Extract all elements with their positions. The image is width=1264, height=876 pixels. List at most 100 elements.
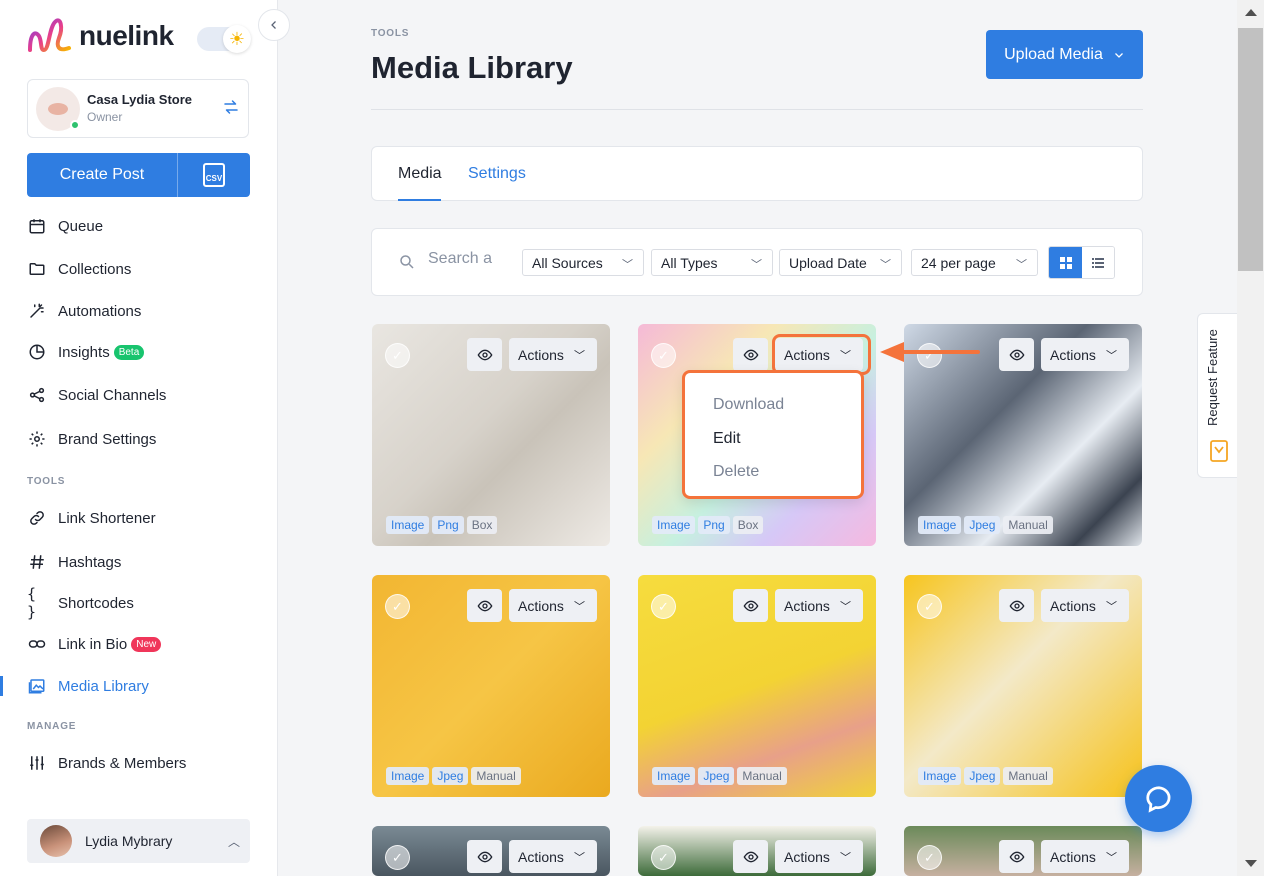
sidebar-item-media-library[interactable]: Media Library [27, 674, 149, 698]
sidebar-item-link-shortener[interactable]: Link Shortener [27, 506, 156, 530]
sidebar-item-label: Brand Settings [58, 430, 157, 448]
media-card[interactable]: ✓ Actions ﹀ [372, 826, 610, 876]
actions-button[interactable]: Actions ﹀ [1041, 338, 1129, 371]
logo[interactable]: nuelink [27, 14, 174, 58]
eye-icon [743, 600, 758, 611]
types-select-value: All Types [661, 254, 718, 271]
select-checkbox[interactable]: ✓ [651, 343, 676, 368]
media-card[interactable]: ✓ Actions ﹀ Image Jpeg Manual [638, 575, 876, 797]
select-checkbox[interactable]: ✓ [651, 845, 676, 870]
collapse-sidebar-button[interactable] [258, 9, 290, 41]
select-checkbox[interactable]: ✓ [917, 845, 942, 870]
sidebar-item-hashtags[interactable]: Hashtags [27, 550, 121, 574]
select-checkbox[interactable]: ✓ [385, 845, 410, 870]
sidebar-item-insights[interactable]: Insights Beta [27, 340, 145, 364]
preview-button[interactable] [733, 840, 768, 873]
csv-import-button[interactable]: CSV [177, 153, 250, 197]
media-card[interactable]: ✓ Actions ﹀ Image Jpeg Manual [904, 575, 1142, 797]
scroll-up-arrow-icon[interactable] [1245, 9, 1257, 16]
media-card[interactable]: ✓ Actions ﹀ Image Jpeg Manual [372, 575, 610, 797]
types-select[interactable]: All Types ﹀ [651, 249, 773, 276]
select-checkbox[interactable]: ✓ [917, 594, 942, 619]
chevron-down-icon: ﹀ [751, 259, 762, 271]
actions-dropdown-menu: Download Edit Delete [682, 370, 864, 499]
actions-button[interactable]: Actions ﹀ [1041, 840, 1129, 873]
media-tag: Image [918, 516, 962, 534]
sidebar-item-automations[interactable]: Automations [27, 299, 141, 323]
grid-view-button[interactable] [1049, 247, 1082, 278]
sidebar-item-link-in-bio[interactable]: Link in Bio New [27, 632, 162, 656]
menu-item-download[interactable]: Download [713, 396, 784, 414]
media-card[interactable]: ✓ Actions ﹀ Image Png Box [372, 324, 610, 546]
sidebar-item-brands-members[interactable]: Brands & Members [27, 751, 186, 775]
preview-button[interactable] [733, 589, 768, 622]
theme-toggle[interactable]: ☀ [197, 25, 251, 53]
page-title: Media Library [371, 50, 573, 85]
switch-brand-icon[interactable] [222, 98, 240, 116]
menu-item-edit[interactable]: Edit [713, 430, 741, 448]
folder-icon [27, 259, 47, 279]
actions-button[interactable]: Actions ﹀ [775, 840, 863, 873]
tab-media[interactable]: Media [398, 165, 442, 183]
preview-button[interactable] [467, 589, 502, 622]
sidebar-item-label: Hashtags [58, 553, 122, 571]
menu-item-delete[interactable]: Delete [713, 463, 759, 481]
eye-icon [477, 349, 492, 360]
media-tag: Jpeg [432, 767, 469, 785]
eye-icon [1009, 349, 1024, 360]
sidebar-item-collections[interactable]: Collections [27, 257, 131, 281]
list-view-button[interactable] [1082, 247, 1114, 278]
create-post-button[interactable]: Create Post [27, 153, 177, 197]
sources-select[interactable]: All Sources ﹀ [522, 249, 644, 276]
sources-select-value: All Sources [532, 254, 603, 271]
scroll-down-arrow-icon[interactable] [1245, 860, 1257, 867]
actions-button[interactable]: Actions ﹀ [775, 589, 863, 622]
check-icon: ✓ [924, 849, 935, 865]
sidebar-item-label: Queue [58, 217, 104, 235]
create-post-button-group: Create Post CSV [27, 153, 250, 197]
actions-button[interactable]: Actions ﹀ [509, 338, 597, 371]
actions-button[interactable]: Actions ﹀ [509, 589, 597, 622]
search-icon [400, 255, 414, 269]
preview-button[interactable] [999, 589, 1034, 622]
user-name: Lydia Mybrary [85, 833, 173, 849]
sidebar-item-brand-settings[interactable]: Brand Settings [27, 427, 156, 451]
sidebar-item-queue[interactable]: Queue [27, 214, 103, 238]
select-checkbox[interactable]: ✓ [651, 594, 676, 619]
chevron-down-icon: ﹀ [574, 852, 585, 864]
scrollbar-thumb[interactable] [1238, 28, 1263, 271]
search-input[interactable] [428, 250, 494, 268]
media-card[interactable]: ✓ Actions ﹀ [904, 826, 1142, 876]
upload-media-button[interactable]: Upload Media [986, 30, 1143, 79]
sort-select[interactable]: Upload Date ﹀ [779, 249, 902, 276]
media-tag: Jpeg [964, 767, 1001, 785]
page-scrollbar[interactable] [1237, 0, 1264, 876]
actions-button[interactable]: Actions ﹀ [509, 840, 597, 873]
brand-switcher[interactable]: Casa Lydia Store Owner [27, 79, 249, 138]
breadcrumb: TOOLS [371, 28, 410, 39]
request-feature-tab[interactable]: Request Feature [1197, 313, 1237, 478]
chat-support-button[interactable] [1125, 765, 1192, 832]
select-checkbox[interactable]: ✓ [385, 343, 410, 368]
per-page-select[interactable]: 24 per page ﹀ [911, 249, 1038, 276]
user-menu[interactable]: Lydia Mybrary ︿ [27, 819, 250, 863]
sidebar-item-label: Collections [58, 260, 132, 278]
preview-button[interactable] [999, 338, 1034, 371]
preview-button[interactable] [467, 338, 502, 371]
preview-button[interactable] [733, 338, 768, 371]
sidebar-item-shortcodes[interactable]: { } Shortcodes [27, 585, 134, 621]
tab-settings[interactable]: Settings [468, 165, 526, 183]
tools-section-label: TOOLS [27, 476, 66, 487]
media-tag: Png [432, 516, 464, 534]
chevron-down-icon: ﹀ [1106, 350, 1117, 362]
select-checkbox[interactable]: ✓ [385, 594, 410, 619]
preview-button[interactable] [467, 840, 502, 873]
actions-label: Actions [518, 346, 564, 363]
sidebar-item-social-channels[interactable]: Social Channels [27, 383, 166, 407]
eye-icon [743, 349, 758, 360]
media-card[interactable]: ✓ Actions ﹀ [638, 826, 876, 876]
media-tag: Jpeg [964, 516, 1001, 534]
actions-button[interactable]: Actions ﹀ [1041, 589, 1129, 622]
preview-button[interactable] [999, 840, 1034, 873]
grid-icon [1059, 256, 1072, 269]
